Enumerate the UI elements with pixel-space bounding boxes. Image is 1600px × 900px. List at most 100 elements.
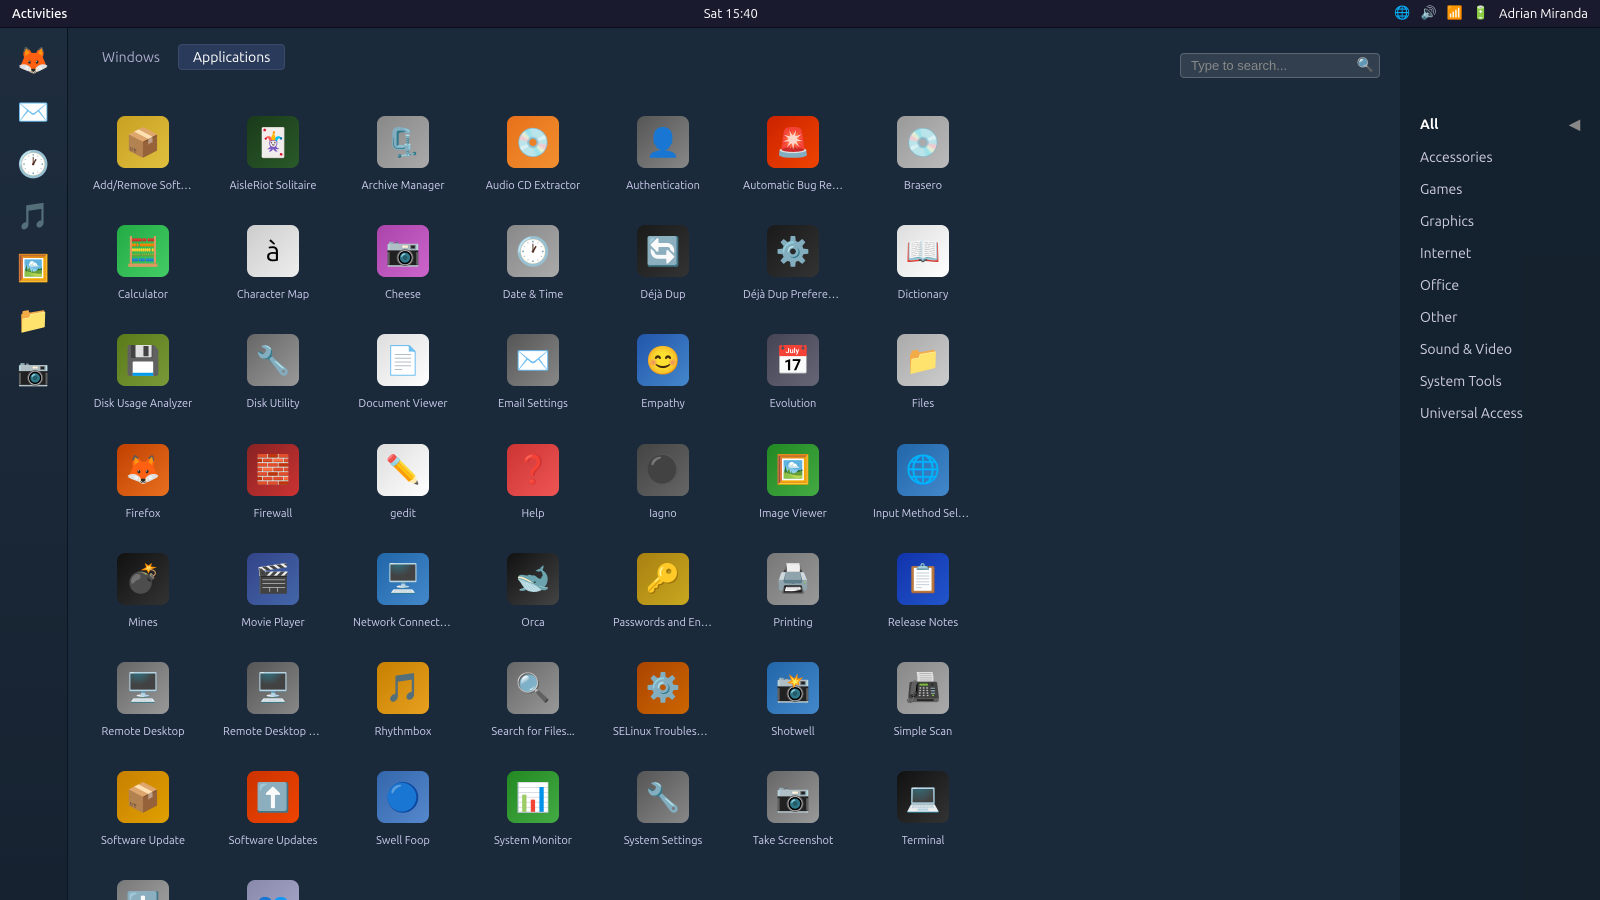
app-item-email-settings[interactable]: ✉️Email Settings <box>478 320 588 419</box>
app-item-terminal[interactable]: 💻Terminal <box>868 757 978 856</box>
app-item-remote-desktop-viewer[interactable]: 🖥️Remote Desktop Viewer <box>218 648 328 747</box>
app-item-brasero[interactable]: 💿Brasero <box>868 102 978 201</box>
app-icon-deja-dup-prefs: ⚙️ <box>761 219 825 283</box>
tab-applications[interactable]: Applications <box>178 44 285 70</box>
activities-button[interactable]: Activities <box>12 7 67 21</box>
app-icon-graphic-deja-dup: 🔄 <box>637 225 689 277</box>
app-item-dictionary[interactable]: 📖Dictionary <box>868 211 978 310</box>
app-item-character-map[interactable]: àCharacter Map <box>218 211 328 310</box>
app-item-firefox[interactable]: 🦊Firefox <box>88 430 198 529</box>
app-label-selinux-troubleshooter: SELinux Troubleshooter <box>613 726 713 739</box>
app-item-remote-desktop[interactable]: 🖥️Remote Desktop <box>88 648 198 747</box>
app-item-iagno[interactable]: ⚫Iagno <box>608 430 718 529</box>
app-icon-graphic-deja-dup-prefs: ⚙️ <box>767 225 819 277</box>
app-icon-disk-usage-analyzer: 💾 <box>111 328 175 392</box>
app-item-release-notes[interactable]: 📋Release Notes <box>868 539 978 638</box>
app-label-orca: Orca <box>521 617 544 630</box>
search-button[interactable]: 🔍 <box>1357 57 1374 74</box>
app-icon-graphic-take-screenshot: 📷 <box>767 771 819 823</box>
volume-icon[interactable]: 🔊 <box>1420 6 1436 21</box>
dock-item-rhythmbox[interactable]: 🎵 <box>10 192 58 240</box>
app-icon-passwords-and-encryption: 🔑 <box>631 547 695 611</box>
sidebar-item-other[interactable]: Other <box>1400 301 1600 333</box>
app-item-add-remove-software[interactable]: 📦Add/Remove Software <box>88 102 198 201</box>
app-item-orca[interactable]: 🐋Orca <box>478 539 588 638</box>
search-input[interactable] <box>1180 53 1380 78</box>
sidebar-item-system-tools[interactable]: System Tools <box>1400 365 1600 397</box>
sidebar-item-accessories[interactable]: Accessories <box>1400 141 1600 173</box>
dock-item-mail[interactable]: ✉️ <box>10 88 58 136</box>
sidebar-item-graphics[interactable]: Graphics <box>1400 205 1600 237</box>
app-icon-software-updates: ⬆️ <box>241 765 305 829</box>
app-item-date-time[interactable]: 🕐Date & Time <box>478 211 588 310</box>
app-item-empathy[interactable]: 😊Empathy <box>608 320 718 419</box>
app-icon-calculator: 🧮 <box>111 219 175 283</box>
app-item-shotwell[interactable]: 📸Shotwell <box>738 648 848 747</box>
app-item-passwords-and-encryption[interactable]: 🔑Passwords and Encry... <box>608 539 718 638</box>
app-item-simple-scan[interactable]: 📠Simple Scan <box>868 648 978 747</box>
app-label-email-settings: Email Settings <box>498 398 568 411</box>
app-item-search-for-files[interactable]: 🔍Search for Files... <box>478 648 588 747</box>
app-icon-disk-utility: 🔧 <box>241 328 305 392</box>
sidebar-item-games[interactable]: Games <box>1400 173 1600 205</box>
app-label-automatic-bug-reporting: Automatic Bug Reporti... <box>743 180 843 193</box>
app-item-rhythmbox[interactable]: 🎵Rhythmbox <box>348 648 458 747</box>
app-item-gedit[interactable]: ✏️gedit <box>348 430 458 529</box>
app-icon-graphic-document-viewer: 📄 <box>377 334 429 386</box>
app-item-aisleriot-solitaire[interactable]: 🃏AisleRiot Solitaire <box>218 102 328 201</box>
sidebar-item-office[interactable]: Office <box>1400 269 1600 301</box>
dock-item-firefox[interactable]: 🦊 <box>10 36 58 84</box>
app-item-disk-usage-analyzer[interactable]: 💾Disk Usage Analyzer <box>88 320 198 419</box>
app-item-files[interactable]: 📁Files <box>868 320 978 419</box>
battery-icon[interactable]: 🔋 <box>1473 6 1489 21</box>
app-item-swell-foop[interactable]: 🔵Swell Foop <box>348 757 458 856</box>
network-icon[interactable]: 📶 <box>1447 6 1463 21</box>
app-icon-firewall: 🧱 <box>241 438 305 502</box>
app-icon-graphic-firewall: 🧱 <box>247 444 299 496</box>
app-item-transmission[interactable]: ⬇️Transmission <box>88 866 198 900</box>
app-icon-mines: 💣 <box>111 547 175 611</box>
app-item-archive-manager[interactable]: 🗜️Archive Manager <box>348 102 458 201</box>
user-menu[interactable]: Adrian Miranda <box>1499 7 1588 21</box>
app-icon-graphic-character-map: à <box>247 225 299 277</box>
app-item-printing[interactable]: 🖨️Printing <box>738 539 848 638</box>
app-item-take-screenshot[interactable]: 📷Take Screenshot <box>738 757 848 856</box>
app-item-image-viewer[interactable]: 🖼️Image Viewer <box>738 430 848 529</box>
app-item-network-connections[interactable]: 🖥️Network Connections <box>348 539 458 638</box>
app-item-users-and-groups[interactable]: 👥Users and Groups <box>218 866 328 900</box>
app-item-document-viewer[interactable]: 📄Document Viewer <box>348 320 458 419</box>
app-item-cheese[interactable]: 📷Cheese <box>348 211 458 310</box>
sidebar-item-universal-access[interactable]: Universal Access <box>1400 397 1600 429</box>
app-item-software-updates[interactable]: ⬆️Software Updates <box>218 757 328 856</box>
app-item-mines[interactable]: 💣Mines <box>88 539 198 638</box>
app-icon-printing: 🖨️ <box>761 547 825 611</box>
app-icon-authentication: 👤 <box>631 110 695 174</box>
dock-item-photos[interactable]: 🖼️ <box>10 244 58 292</box>
sidebar-item-internet[interactable]: Internet <box>1400 237 1600 269</box>
app-item-deja-dup-prefs[interactable]: ⚙️Déjà Dup Preferences <box>738 211 848 310</box>
dock-item-clock[interactable]: 🕐 <box>10 140 58 188</box>
app-item-deja-dup[interactable]: 🔄Déjà Dup <box>608 211 718 310</box>
app-item-system-monitor[interactable]: 📊System Monitor <box>478 757 588 856</box>
sidebar-item-all[interactable]: All◀ <box>1400 108 1600 141</box>
app-item-automatic-bug-reporting[interactable]: 🚨Automatic Bug Reporti... <box>738 102 848 201</box>
app-item-audio-cd-extractor[interactable]: 💿Audio CD Extractor <box>478 102 588 201</box>
app-item-software-update[interactable]: 📦Software Update <box>88 757 198 856</box>
app-item-selinux-troubleshooter[interactable]: ⚙️SELinux Troubleshooter <box>608 648 718 747</box>
app-item-input-method-selector[interactable]: 🌐Input Method Selector <box>868 430 978 529</box>
app-icon-movie-player: 🎬 <box>241 547 305 611</box>
app-item-calculator[interactable]: 🧮Calculator <box>88 211 198 310</box>
app-item-disk-utility[interactable]: 🔧Disk Utility <box>218 320 328 419</box>
app-item-firewall[interactable]: 🧱Firewall <box>218 430 328 529</box>
app-item-movie-player[interactable]: 🎬Movie Player <box>218 539 328 638</box>
dock-item-files[interactable]: 📁 <box>10 296 58 344</box>
app-item-authentication[interactable]: 👤Authentication <box>608 102 718 201</box>
tab-windows[interactable]: Windows <box>88 45 174 69</box>
app-icon-graphic-empathy: 😊 <box>637 334 689 386</box>
app-item-system-settings[interactable]: 🔧System Settings <box>608 757 718 856</box>
app-item-evolution[interactable]: 📅Evolution <box>738 320 848 419</box>
app-icon-graphic-audio-cd-extractor: 💿 <box>507 116 559 168</box>
app-item-help[interactable]: ❓Help <box>478 430 588 529</box>
sidebar-item-sound-video[interactable]: Sound & Video <box>1400 333 1600 365</box>
dock-item-camera[interactable]: 📷 <box>10 348 58 396</box>
